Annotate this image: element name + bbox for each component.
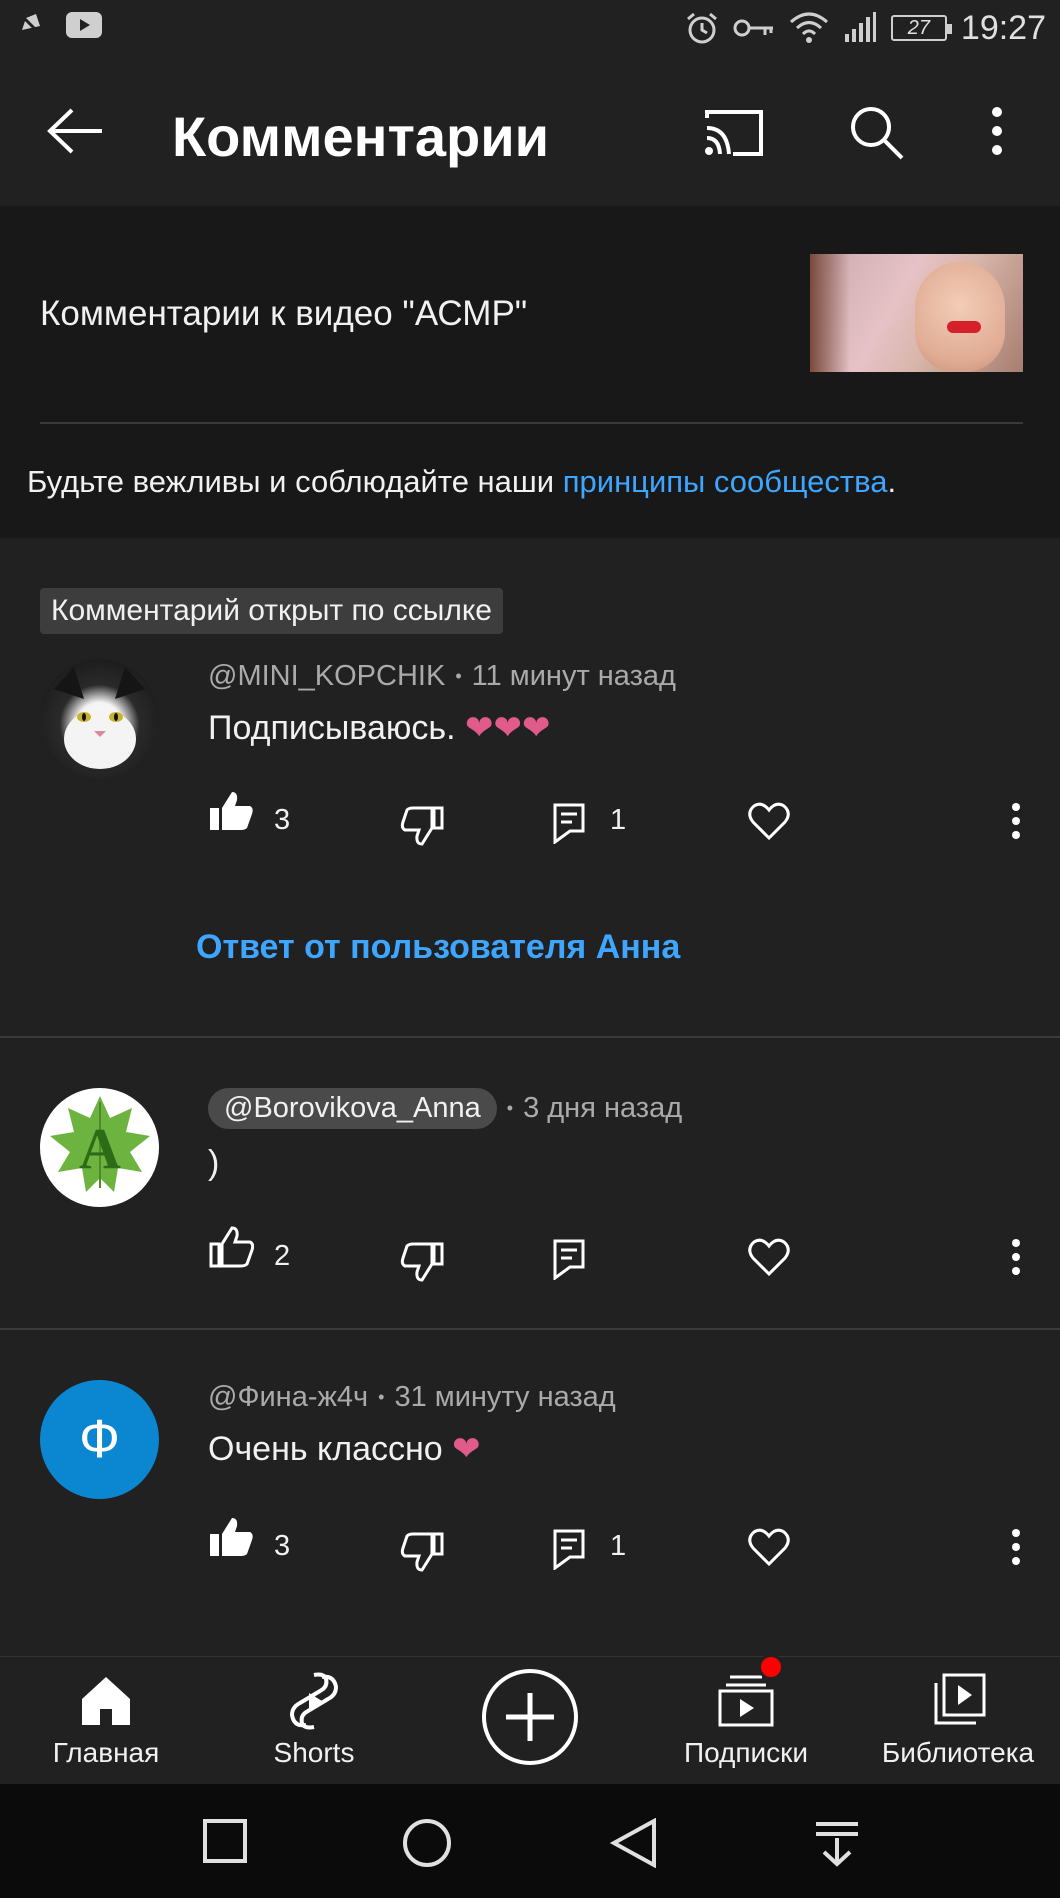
comments-header: Комментарии к видео "АСМР" Будьте вежлив… xyxy=(0,206,1060,538)
reply-count: 1 xyxy=(610,804,627,836)
community-guidelines-link[interactable]: принципы сообщества xyxy=(563,464,888,499)
app-bar: Комментарии xyxy=(0,56,1060,206)
alarm-icon xyxy=(686,12,717,44)
nav-subscriptions[interactable]: Подписки xyxy=(640,1657,852,1785)
reply-icon[interactable] xyxy=(552,1528,586,1570)
creator-heart-icon[interactable] xyxy=(748,1528,790,1566)
comment-actions: 3 1 xyxy=(0,790,1060,850)
page-title: Комментарии xyxy=(172,105,550,168)
creator-heart-icon[interactable] xyxy=(748,802,790,840)
back-triangle-icon[interactable] xyxy=(610,1818,658,1868)
linked-comment-chip: Комментарий открыт по ссылке xyxy=(40,588,503,634)
create-plus-icon xyxy=(482,1669,578,1765)
signal-icon xyxy=(844,12,876,42)
comment-meta: @Фина-ж4ч • 31 минуту назад xyxy=(208,1381,616,1414)
community-guidelines-notice: Будьте вежливы и соблюдайте наши принцип… xyxy=(27,464,897,499)
key-icon xyxy=(733,19,773,37)
like-filled-icon[interactable] xyxy=(208,790,254,832)
avatar[interactable] xyxy=(40,659,159,778)
like-count: 3 xyxy=(274,804,291,836)
heart-emoji: ❤❤❤ xyxy=(464,709,551,747)
like-icon[interactable] xyxy=(208,1226,254,1268)
nav-library[interactable]: Библиотека xyxy=(856,1657,1060,1785)
heart-emoji: ❤ xyxy=(452,1430,481,1468)
comment-time: 3 дня назад xyxy=(523,1092,683,1124)
like-count: 2 xyxy=(274,1240,291,1272)
home-icon xyxy=(82,1677,130,1725)
like-count: 3 xyxy=(274,1530,291,1562)
notifications-off-icon xyxy=(18,12,44,38)
comment-author[interactable]: @Фина-ж4ч xyxy=(208,1381,368,1414)
more-vert-icon[interactable] xyxy=(990,106,1004,156)
comment-meta: @Borovikova_Anna • 3 дня назад xyxy=(208,1088,682,1129)
video-title-label: Комментарии к видео "АСМР" xyxy=(40,294,528,333)
clock: 19:27 xyxy=(960,8,1046,47)
wifi-icon xyxy=(789,12,828,43)
recents-square-icon[interactable] xyxy=(202,1818,248,1864)
reply-count: 1 xyxy=(610,1530,627,1562)
comment-author-highlighted[interactable]: @Borovikova_Anna xyxy=(208,1088,497,1129)
dislike-icon[interactable] xyxy=(400,1530,446,1572)
reply-icon[interactable] xyxy=(552,1238,586,1280)
library-icon xyxy=(934,1673,986,1725)
reply-icon[interactable] xyxy=(552,802,586,844)
search-icon[interactable] xyxy=(848,104,906,162)
youtube-icon xyxy=(66,12,102,38)
subscriptions-icon xyxy=(718,1675,774,1727)
comment-author[interactable]: @MINI_KOPCHIK xyxy=(208,660,445,693)
divider xyxy=(0,1328,1060,1330)
dislike-icon[interactable] xyxy=(400,804,446,846)
home-circle-icon[interactable] xyxy=(402,1818,452,1868)
cast-icon[interactable] xyxy=(703,108,765,158)
avatar[interactable]: A xyxy=(40,1088,159,1207)
battery-indicator: 27 xyxy=(890,15,952,41)
comment-time: 11 минут назад xyxy=(471,660,676,692)
nav-shorts[interactable]: Shorts xyxy=(208,1657,420,1785)
comment-text: Подписываюсь. ❤❤❤ xyxy=(208,709,551,747)
avatar[interactable]: Ф xyxy=(40,1380,159,1499)
notification-dot xyxy=(758,1654,784,1680)
bottom-navigation: Главная Shorts Подписки Библиотека xyxy=(0,1656,1060,1784)
comment-actions: 2 xyxy=(0,1226,1060,1286)
system-navigation-bar xyxy=(0,1784,1060,1898)
nav-create[interactable] xyxy=(424,1657,636,1785)
creator-heart-icon[interactable] xyxy=(748,1238,790,1276)
comment-more-icon[interactable] xyxy=(1010,802,1022,840)
comment-more-icon[interactable] xyxy=(1010,1528,1022,1566)
video-thumbnail[interactable] xyxy=(810,254,1023,372)
comment-more-icon[interactable] xyxy=(1010,1238,1022,1276)
comment-text: Очень классно ❤ xyxy=(208,1430,481,1468)
shorts-icon xyxy=(289,1672,339,1730)
back-arrow-icon[interactable] xyxy=(46,106,106,156)
dislike-icon[interactable] xyxy=(400,1240,446,1282)
comment-time: 31 минуту назад xyxy=(394,1381,616,1413)
view-replies-link[interactable]: Ответ от пользователя Анна xyxy=(196,928,680,967)
comment-actions: 3 1 xyxy=(0,1516,1060,1576)
nav-home[interactable]: Главная xyxy=(0,1657,212,1785)
like-filled-icon[interactable] xyxy=(208,1516,254,1558)
comment-meta: @MINI_KOPCHIK • 11 минут назад xyxy=(208,660,676,693)
notification-shade-icon[interactable] xyxy=(812,1818,862,1868)
comment-text: ) xyxy=(208,1144,220,1182)
svg-text:A: A xyxy=(79,1116,121,1181)
divider xyxy=(0,1036,1060,1038)
divider xyxy=(40,422,1023,424)
status-bar: 27 19:27 xyxy=(0,0,1060,56)
